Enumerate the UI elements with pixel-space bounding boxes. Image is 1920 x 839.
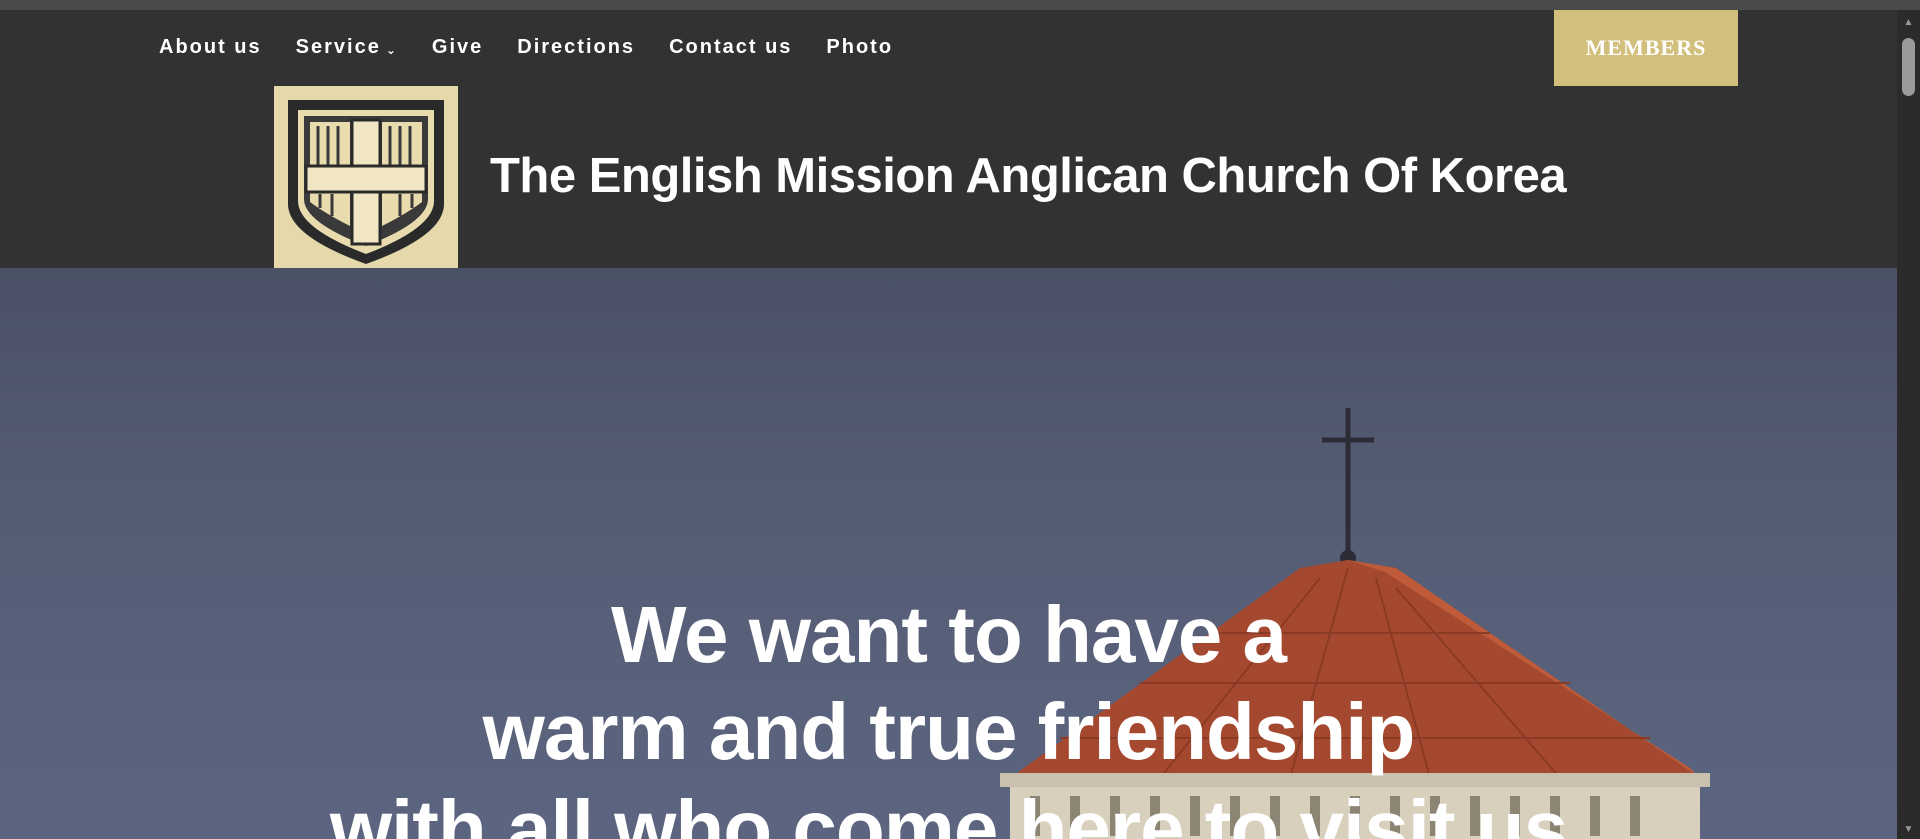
hero-banner: We want to have a warm and true friendsh…: [0, 268, 1897, 839]
scroll-up-icon[interactable]: ▲: [1897, 12, 1920, 32]
nav-item-contact-us[interactable]: Contact us: [669, 36, 792, 59]
scroll-down-icon[interactable]: ▼: [1897, 819, 1920, 839]
nav-label: Photo: [826, 36, 894, 58]
browser-top-strip: [0, 0, 1920, 10]
members-button[interactable]: MEMBERS: [1554, 10, 1738, 86]
site-title[interactable]: The English Mission Anglican Church Of K…: [490, 148, 1567, 204]
vertical-scrollbar[interactable]: ▲ ▼: [1897, 10, 1920, 839]
scrollbar-thumb[interactable]: [1902, 38, 1915, 96]
nav-label: About us: [159, 36, 262, 58]
nav-item-service[interactable]: Service ⌄: [296, 36, 398, 59]
nav-item-photo[interactable]: Photo: [826, 36, 893, 59]
site-logo[interactable]: [274, 86, 458, 268]
nav-label: Give: [431, 36, 484, 58]
hero-line: warm and true friendship: [482, 687, 1416, 776]
shield-cross-icon: [274, 86, 458, 268]
nav-item-directions[interactable]: Directions: [517, 36, 635, 59]
nav-label: Contact us: [669, 36, 793, 58]
main-nav: About us Service ⌄ Give Directions Conta…: [159, 36, 927, 59]
hero-heading: We want to have a warm and true friendsh…: [0, 586, 1897, 839]
nav-label: Service: [295, 36, 381, 58]
nav-label: Directions: [517, 36, 636, 58]
hero-line: We want to have a: [610, 590, 1287, 679]
nav-item-give[interactable]: Give: [432, 36, 483, 59]
chevron-down-icon: ⌄: [385, 42, 398, 57]
nav-item-about-us[interactable]: About us: [159, 36, 262, 59]
hero-line: with all who come here to visit us: [329, 784, 1568, 839]
